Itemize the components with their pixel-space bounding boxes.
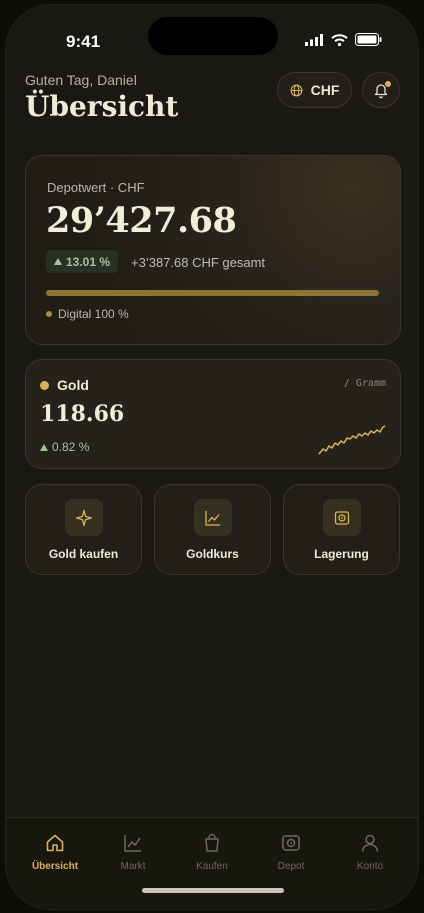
tab-bar: Übersicht Markt Kaufen Depot Konto bbox=[6, 817, 418, 909]
tab-market-label: Markt bbox=[120, 861, 146, 872]
storage-button[interactable]: Lagerung bbox=[283, 484, 400, 575]
portfolio-change-pct: 13.01 % bbox=[66, 254, 111, 269]
tab-depot-label: Depot bbox=[277, 861, 305, 872]
allocation-legend: Digital 100 % bbox=[46, 307, 129, 321]
portfolio-label: Depotwert · CHF bbox=[47, 180, 145, 195]
gold-unit: / Gramm bbox=[343, 378, 386, 389]
currency-label: CHF bbox=[310, 82, 340, 98]
buy-gold-button[interactable]: Gold kaufen bbox=[25, 484, 142, 575]
phone-screen: 9:41 Guten Tag, Daniel Übersicht CHF Dep… bbox=[5, 4, 419, 910]
tab-account-label: Konto bbox=[356, 861, 384, 872]
vault-icon bbox=[282, 835, 300, 851]
triangle-up-icon bbox=[54, 258, 62, 265]
status-icons bbox=[305, 33, 382, 46]
gold-change-pct: 0.82 % bbox=[52, 440, 90, 454]
status-time: 9:41 bbox=[66, 32, 101, 51]
tab-account[interactable]: Konto bbox=[331, 832, 409, 872]
allocation-bar bbox=[46, 290, 379, 296]
gold-change: 0.82 % bbox=[40, 440, 89, 454]
bag-icon bbox=[205, 833, 219, 852]
gold-name: Gold bbox=[40, 377, 89, 393]
tab-overview-label: Übersicht bbox=[31, 861, 79, 872]
tab-buy[interactable]: Kaufen bbox=[173, 832, 251, 872]
signal-icon bbox=[305, 33, 323, 46]
globe-icon bbox=[290, 84, 303, 96]
portfolio-value: 29’427.68 bbox=[46, 200, 237, 241]
tab-buy-label: Kaufen bbox=[196, 861, 228, 872]
portfolio-change-abs: +3’387.68 CHF gesamt bbox=[131, 255, 266, 270]
buy-gold-label: Gold kaufen bbox=[48, 547, 119, 561]
vault-icon bbox=[323, 499, 361, 536]
home-icon bbox=[46, 834, 64, 852]
user-icon bbox=[361, 834, 379, 852]
greeting-text: Guten Tag, Daniel bbox=[25, 72, 137, 88]
sparkle-icon bbox=[65, 499, 103, 536]
gold-price: 118.66 bbox=[40, 401, 125, 427]
gold-sparkline bbox=[318, 425, 386, 455]
tab-overview[interactable]: Übersicht bbox=[16, 832, 94, 872]
notification-dot bbox=[385, 81, 391, 87]
home-indicator bbox=[142, 888, 284, 893]
wifi-icon bbox=[331, 33, 348, 46]
legend-dot bbox=[46, 311, 52, 317]
portfolio-card[interactable]: Depotwert · CHF 29’427.68 13.01 % +3’387… bbox=[25, 155, 401, 345]
portfolio-change-badge: 13.01 % bbox=[46, 250, 119, 273]
page-title: Übersicht bbox=[25, 90, 179, 123]
gold-price-card[interactable]: Gold / Gramm 118.66 0.82 % bbox=[25, 359, 401, 469]
triangle-up-icon bbox=[40, 443, 48, 451]
storage-label: Lagerung bbox=[314, 547, 369, 561]
dynamic-island bbox=[148, 17, 278, 55]
notifications-button[interactable] bbox=[362, 72, 400, 108]
tab-depot[interactable]: Depot bbox=[252, 832, 330, 872]
gold-rate-label: Goldkurs bbox=[186, 547, 239, 561]
status-bar: 9:41 bbox=[6, 5, 418, 65]
chart-icon bbox=[124, 835, 141, 852]
gold-name-label: Gold bbox=[57, 377, 89, 393]
currency-button[interactable]: CHF bbox=[277, 72, 352, 108]
chart-icon bbox=[194, 499, 232, 536]
tab-market[interactable]: Markt bbox=[94, 832, 172, 872]
battery-icon bbox=[355, 33, 382, 46]
gold-dot bbox=[40, 380, 49, 390]
legend-label: Digital 100 % bbox=[58, 307, 129, 321]
gold-rate-button[interactable]: Goldkurs bbox=[154, 484, 271, 575]
